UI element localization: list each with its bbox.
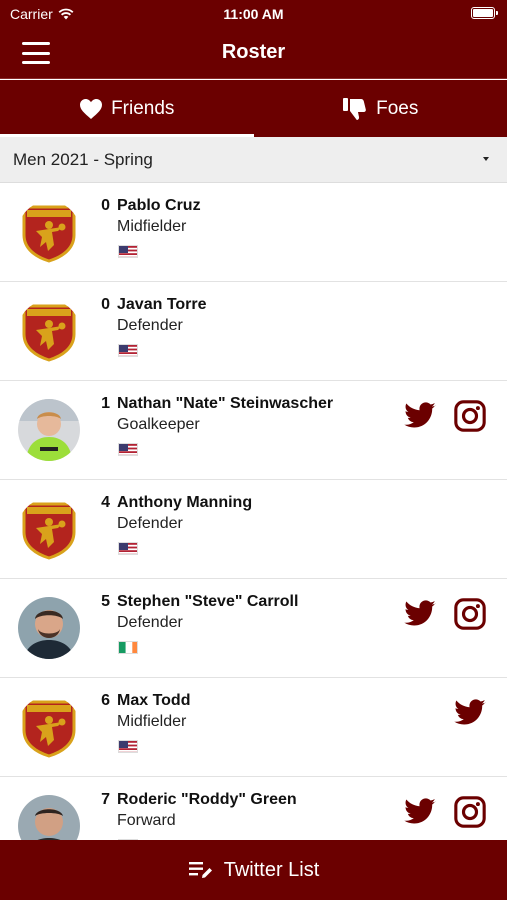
player-name: Stephen "Steve" Carroll xyxy=(117,593,299,610)
instagram-icon[interactable] xyxy=(453,597,487,631)
battery-icon xyxy=(471,7,498,19)
us-flag-icon xyxy=(118,740,138,753)
season-value: Men 2021 - Spring xyxy=(13,149,153,169)
instagram-icon[interactable] xyxy=(453,399,487,433)
player-position: Defender xyxy=(117,614,183,631)
player-photo-avatar xyxy=(18,597,80,659)
page-title: Roster xyxy=(221,41,286,63)
player-name: Anthony Manning xyxy=(117,494,253,511)
tab-friends[interactable]: Friends xyxy=(0,80,254,137)
player-position: Forward xyxy=(117,812,176,829)
thumbs-down-icon xyxy=(343,97,366,120)
player-number: 4 xyxy=(101,494,110,511)
player-position: Defender xyxy=(117,515,183,532)
status-bar: Carrier 11:00 AM xyxy=(0,0,507,28)
twitter-icon[interactable] xyxy=(403,795,437,829)
season-dropdown[interactable]: Men 2021 - Spring xyxy=(0,137,507,183)
player-number: 5 xyxy=(101,593,110,610)
player-name: Roderic "Roddy" Green xyxy=(117,791,297,808)
player-position: Midfielder xyxy=(117,713,187,730)
tab-bar: Friends Foes xyxy=(0,80,507,137)
player-row[interactable]: 5 Stephen "Steve" Carroll Defender xyxy=(0,579,507,678)
player-position: Defender xyxy=(117,317,183,334)
us-flag-icon xyxy=(118,344,138,357)
twitter-icon[interactable] xyxy=(403,399,437,433)
club-crest-avatar xyxy=(18,696,80,758)
club-crest-avatar xyxy=(18,201,80,263)
player-row[interactable]: 6 Max Todd Midfielder xyxy=(0,678,507,777)
us-flag-icon xyxy=(118,542,138,555)
nav-bar: Roster xyxy=(0,28,507,79)
twitter-icon[interactable] xyxy=(453,696,487,730)
player-row[interactable]: 4 Anthony Manning Defender xyxy=(0,480,507,579)
tab-foes-label: Foes xyxy=(376,97,419,119)
tab-foes[interactable]: Foes xyxy=(254,80,507,137)
us-flag-icon xyxy=(118,443,138,456)
us-flag-icon xyxy=(118,245,138,258)
player-number: 0 xyxy=(101,197,110,214)
clock: 11:00 AM xyxy=(223,6,284,22)
player-position: Goalkeeper xyxy=(117,416,200,433)
tab-friends-label: Friends xyxy=(111,97,175,119)
player-name: Max Todd xyxy=(117,692,191,709)
twitter-list-button[interactable]: Twitter List xyxy=(0,840,507,900)
club-crest-avatar xyxy=(18,498,80,560)
player-number: 7 xyxy=(101,791,110,808)
player-position: Midfielder xyxy=(117,218,187,235)
player-row[interactable]: 0 Pablo Cruz Midfielder xyxy=(0,183,507,282)
player-row[interactable]: 7 Roderic "Roddy" Green Forward xyxy=(0,777,507,841)
caret-down-icon xyxy=(483,157,489,161)
roster-list: 0 Pablo Cruz Midfielder 0 Javan Torre De… xyxy=(0,183,507,841)
club-crest-avatar xyxy=(18,300,80,362)
twitter-icon[interactable] xyxy=(403,597,437,631)
player-photo-avatar xyxy=(18,399,80,461)
player-row[interactable]: 1 Nathan "Nate" Steinwascher Goalkeeper xyxy=(0,381,507,480)
instagram-icon[interactable] xyxy=(453,795,487,829)
player-name: Javan Torre xyxy=(117,296,207,313)
player-row[interactable]: 0 Javan Torre Defender xyxy=(0,282,507,381)
twitter-list-label: Twitter List xyxy=(223,858,320,881)
player-name: Pablo Cruz xyxy=(117,197,201,214)
player-name: Nathan "Nate" Steinwascher xyxy=(117,395,334,412)
player-number: 1 xyxy=(101,395,110,412)
player-photo-avatar xyxy=(18,795,80,841)
list-edit-icon xyxy=(188,862,212,878)
player-number: 0 xyxy=(101,296,110,313)
heart-icon xyxy=(80,98,103,119)
ireland-flag-icon xyxy=(118,641,138,654)
player-number: 6 xyxy=(101,692,110,709)
